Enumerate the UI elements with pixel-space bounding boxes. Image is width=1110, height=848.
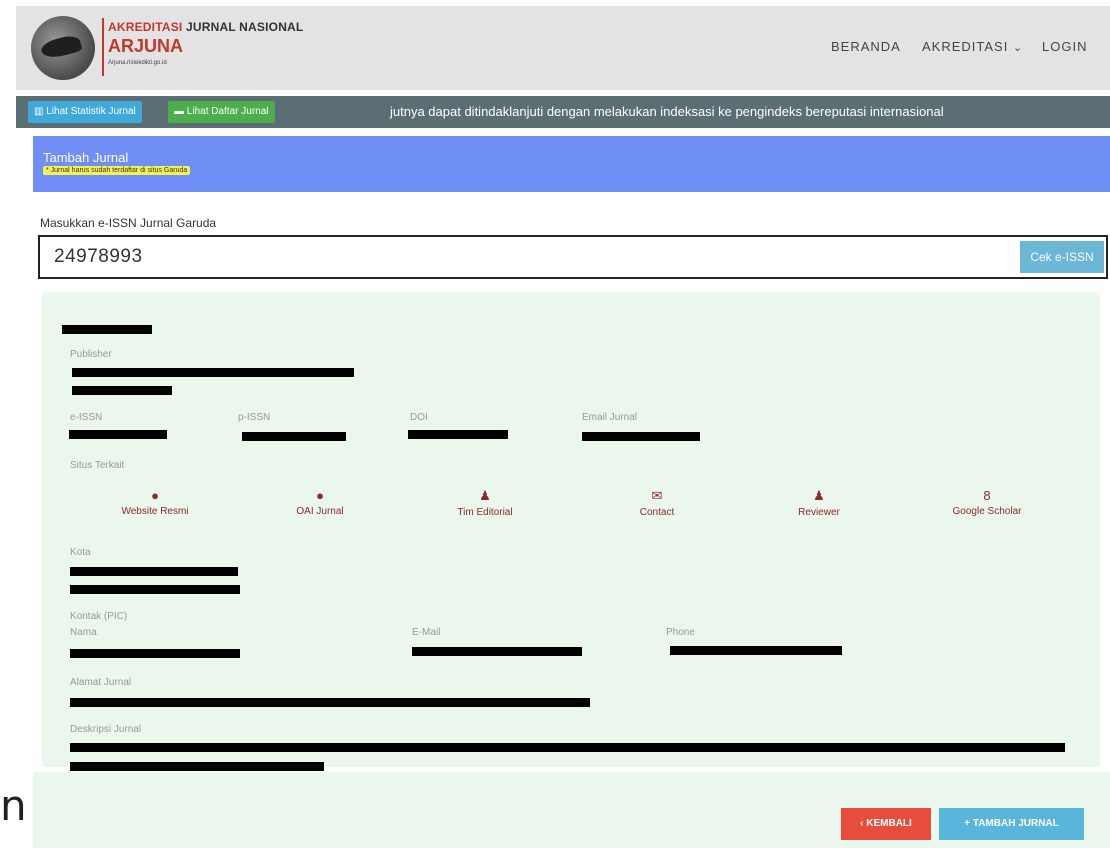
arjuna-logo-icon[interactable]	[31, 16, 95, 80]
logo-title-dark: JURNAL NASIONAL	[186, 20, 304, 34]
link-website-resmi[interactable]: ● Website Resmi	[90, 488, 220, 517]
logo-title: AKREDITASI JURNAL NASIONAL	[108, 20, 303, 34]
deskripsi-label: Deskripsi Jurnal	[70, 724, 142, 735]
eissn-redacted	[69, 430, 167, 439]
form-header: Tambah Jurnal * Jurnal harus sudah terda…	[33, 136, 1110, 192]
alamat-label: Alamat Jurnal	[70, 677, 132, 688]
link-website-resmi-label: Website Resmi	[121, 506, 189, 517]
google-icon: 8	[983, 488, 991, 503]
link-reviewer-label: Reviewer	[798, 507, 840, 518]
deskripsi-redacted	[70, 743, 1065, 752]
logo-name: ARJUNA	[108, 36, 184, 56]
issn-label: Masukkan e-ISSN Jurnal Garuda	[40, 216, 217, 230]
email-redacted	[582, 432, 700, 441]
link-contact-label: Contact	[639, 507, 675, 518]
link-oai-jurnal-label: OAI Jurnal	[296, 506, 344, 517]
daftar-button[interactable]: ▬ Lihat Daftar Jurnal	[168, 101, 275, 123]
nav-login[interactable]: LOGIN	[1042, 39, 1087, 54]
issn-value: 24978993	[54, 246, 143, 267]
list-icon: ▬	[174, 106, 184, 117]
phone-label: Phone	[666, 627, 695, 638]
kota-label: Kota	[70, 547, 91, 558]
check-issn-button[interactable]: Cek e-ISSN	[1020, 241, 1104, 273]
marquee-text: jutnya dapat ditindaklanjuti dengan mela…	[390, 104, 944, 119]
chart-icon: ▥	[34, 106, 44, 117]
edge-character: n	[0, 781, 27, 830]
globe-icon: ●	[151, 488, 159, 503]
email-pic-redacted	[412, 647, 582, 656]
link-reviewer[interactable]: ♟ Reviewer	[754, 488, 884, 518]
statistik-label: Lihat Statistik Jurnal	[46, 106, 136, 117]
nama-label: Nama	[70, 627, 97, 638]
doi-redacted	[408, 430, 508, 439]
kontak-label: Kontak (PIC)	[70, 611, 128, 622]
nav-akreditasi[interactable]: AKREDITASI ⌄	[922, 39, 1023, 54]
envelope-icon: ✉	[651, 488, 663, 503]
back-button[interactable]: ‹ KEMBALI	[841, 808, 931, 840]
info-toolbar: ▥ Lihat Statistik Jurnal ▬ Lihat Daftar …	[16, 96, 1110, 128]
deskripsi-redacted-2	[70, 762, 324, 771]
logo-divider	[102, 18, 104, 76]
link-tim-editorial[interactable]: ♟ Tim Editorial	[420, 488, 550, 518]
action-bar: ‹ KEMBALI + TAMBAH JURNAL	[33, 772, 1110, 848]
kota-redacted	[70, 567, 238, 576]
globe-icon: ●	[316, 488, 324, 503]
link-google-scholar-label: Google Scholar	[952, 506, 1022, 517]
form-title: Tambah Jurnal	[43, 150, 129, 165]
user-icon: ♟	[813, 488, 825, 503]
situs-label: Situs Terkait	[70, 460, 125, 471]
publisher-label: Publisher	[70, 349, 112, 360]
email-pic-label: E-Mail	[412, 627, 441, 638]
statistik-button[interactable]: ▥ Lihat Statistik Jurnal	[28, 101, 142, 123]
daftar-label: Lihat Daftar Jurnal	[186, 106, 269, 117]
garuda-note: * Jurnal harus sudah terdaftar di situs …	[43, 166, 191, 175]
publisher-redacted-2	[72, 386, 172, 395]
doi-label: DOI	[410, 412, 428, 423]
journal-detail-panel: Publisher e-ISSN p-ISSN DOI Email Jurnal…	[42, 292, 1100, 771]
link-oai-jurnal[interactable]: ● OAI Jurnal	[255, 488, 385, 517]
link-google-scholar[interactable]: 8 Google Scholar	[922, 488, 1052, 517]
pissn-label: p-ISSN	[238, 412, 271, 423]
alamat-redacted	[70, 698, 590, 707]
email-jurnal-label: Email Jurnal	[582, 412, 638, 423]
top-navbar: AKREDITASI JURNAL NASIONAL ARJUNA Arjuna…	[16, 6, 1110, 90]
logo-title-red: AKREDITASI	[108, 20, 183, 34]
nav-akreditasi-label: AKREDITASI	[922, 39, 1009, 54]
kota-redacted-2	[70, 585, 240, 594]
nav-beranda[interactable]: BERANDA	[831, 39, 901, 54]
nama-redacted	[70, 649, 240, 658]
pissn-redacted	[242, 432, 346, 441]
journal-name-redacted	[62, 325, 152, 334]
issn-input[interactable]: 24978993 Cek e-ISSN	[38, 235, 1108, 279]
link-tim-editorial-label: Tim Editorial	[457, 507, 513, 518]
link-contact[interactable]: ✉ Contact	[592, 488, 722, 518]
add-journal-button[interactable]: + TAMBAH JURNAL	[939, 808, 1084, 840]
phone-redacted	[670, 646, 842, 655]
publisher-redacted	[72, 368, 354, 377]
eissn-label: e-ISSN	[70, 412, 103, 423]
logo-url: Arjuna.ristekdikti.go.id	[108, 60, 167, 66]
chevron-down-icon: ⌄	[1012, 42, 1024, 54]
users-icon: ♟	[479, 488, 491, 503]
